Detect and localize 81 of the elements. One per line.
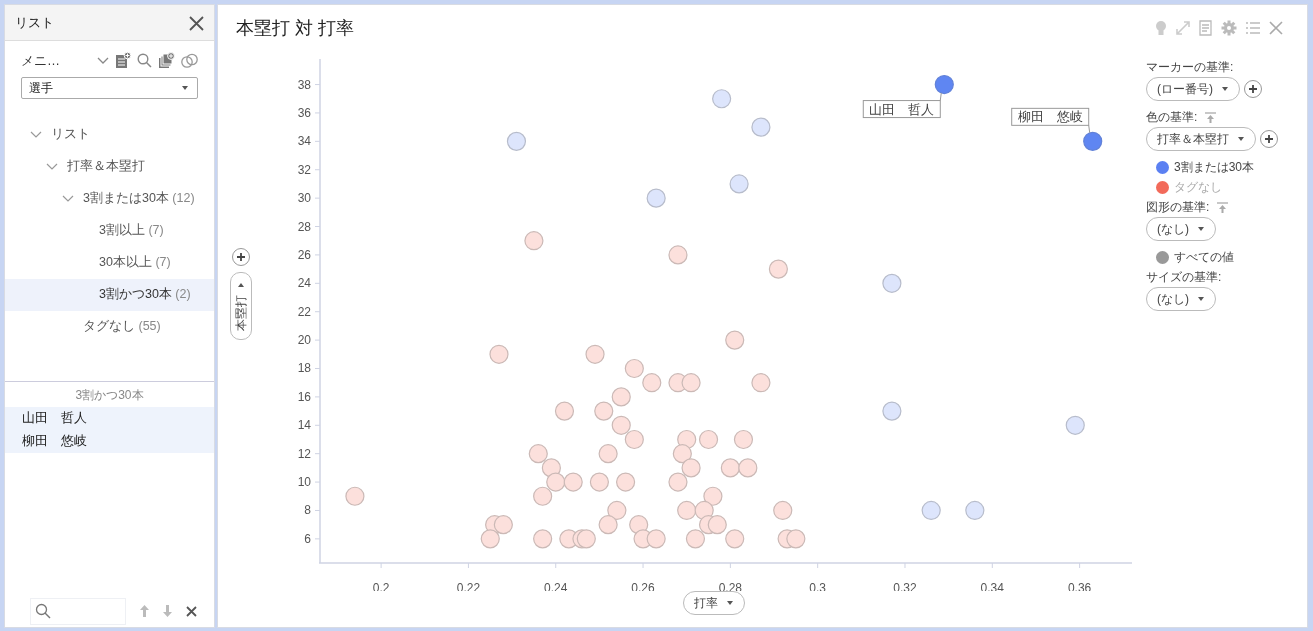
search-icon[interactable]: [137, 53, 152, 69]
close-icon[interactable]: [186, 605, 197, 617]
arrow-up-icon[interactable]: [140, 605, 149, 617]
tree-item[interactable]: 打率＆本塁打: [67, 157, 145, 176]
expand-icon[interactable]: [1175, 20, 1191, 36]
legend-heading: 図形の基準:: [1146, 199, 1210, 216]
tick-label: 20: [297, 333, 311, 348]
caret-icon: [237, 281, 245, 289]
tick-label: 8: [304, 503, 311, 518]
tree-item[interactable]: リスト: [51, 125, 90, 144]
legend-heading: サイズの基準:: [1146, 269, 1222, 286]
tick-label: 26: [297, 247, 311, 262]
search-icon: [35, 603, 51, 619]
caret-icon: [1237, 135, 1245, 143]
document-add-icon[interactable]: [115, 52, 131, 70]
tick-label: 14: [297, 418, 311, 433]
chevron-icon[interactable]: [62, 194, 74, 203]
chevron-icon[interactable]: [30, 130, 42, 139]
chart-title: 本塁打 対 打率: [236, 16, 354, 40]
settings-icon[interactable]: [1221, 20, 1237, 36]
document-icon[interactable]: [1199, 20, 1213, 36]
plus-icon: [1264, 134, 1274, 144]
list-item[interactable]: 山田 哲人: [5, 406, 214, 430]
arrow-down-icon[interactable]: [163, 605, 172, 617]
point-label: 山田 哲人: [862, 100, 941, 119]
tick-label: 16: [297, 389, 311, 404]
list-item[interactable]: 柳田 悠岐: [5, 429, 214, 453]
plus-icon: [1248, 84, 1258, 94]
panel-title: リスト: [15, 13, 54, 32]
caret-icon: [1197, 295, 1205, 303]
tree-item[interactable]: 30本以上 (7): [99, 253, 171, 272]
add-button[interactable]: [1260, 130, 1278, 148]
leader-line: [1088, 124, 1091, 134]
lightbulb-icon[interactable]: [1155, 20, 1167, 36]
add-button[interactable]: [1244, 80, 1262, 98]
tree-item[interactable]: 3割以上 (7): [99, 221, 164, 240]
plus-icon: [236, 252, 246, 262]
point-label: 柳田 悠岐: [1011, 107, 1090, 126]
list-header: 3割かつ30本: [5, 380, 214, 407]
dropdown[interactable]: (なし): [1146, 287, 1216, 311]
caret-icon: [1221, 85, 1229, 93]
annotation: 山田 哲人: [869, 102, 935, 117]
tick-label: 28: [297, 219, 311, 234]
pin-top-icon[interactable]: [1205, 111, 1217, 123]
chevron-icon[interactable]: [46, 162, 58, 171]
overlap-circles-icon[interactable]: [181, 52, 198, 69]
stack-add-icon[interactable]: [158, 52, 175, 70]
dropdown[interactable]: (ロー番号): [1146, 77, 1240, 101]
tick-label: 18: [297, 361, 311, 376]
tree-item[interactable]: タグなし (55): [83, 317, 161, 336]
annotation: 柳田 悠岐: [1017, 110, 1083, 125]
dropdown[interactable]: (なし): [1146, 217, 1216, 241]
tick-label: 24: [297, 276, 311, 291]
caret-icon: [1197, 225, 1205, 233]
tick-label: 30: [297, 191, 311, 206]
tick-label: 12: [297, 446, 311, 461]
legend-heading: 色の基準:: [1146, 109, 1198, 126]
leader-line: [939, 92, 942, 102]
chevron-down-icon[interactable]: [97, 56, 109, 65]
tick-label: 22: [297, 304, 311, 319]
tick-label: 6: [304, 531, 311, 546]
tick-label: 32: [297, 162, 311, 177]
tick-label: 10: [297, 475, 311, 490]
dropdown[interactable]: 打率＆本塁打: [1146, 127, 1256, 151]
legend-heading: マーカーの基準:: [1146, 59, 1234, 76]
axis-selector[interactable]: 打率: [683, 591, 745, 615]
add-button[interactable]: [232, 248, 250, 266]
tree-item[interactable]: 3割または30本 (12): [83, 189, 195, 208]
dropdown[interactable]: 選手: [21, 76, 198, 99]
axis-selector[interactable]: 本塁打: [230, 272, 252, 340]
caret-icon: [726, 599, 734, 607]
list-icon[interactable]: [1245, 21, 1261, 35]
tick-label: 38: [297, 77, 311, 92]
legend-label[interactable]: すべての値: [1174, 248, 1234, 266]
legend-label[interactable]: 3割または30本: [1174, 158, 1255, 176]
pin-top-icon[interactable]: [1217, 201, 1229, 213]
tick-label: 36: [297, 105, 311, 120]
caret-icon: [181, 83, 189, 92]
search-field[interactable]: [30, 597, 126, 625]
tick-label: 34: [297, 134, 311, 149]
menu-label[interactable]: メニ…: [21, 51, 91, 71]
